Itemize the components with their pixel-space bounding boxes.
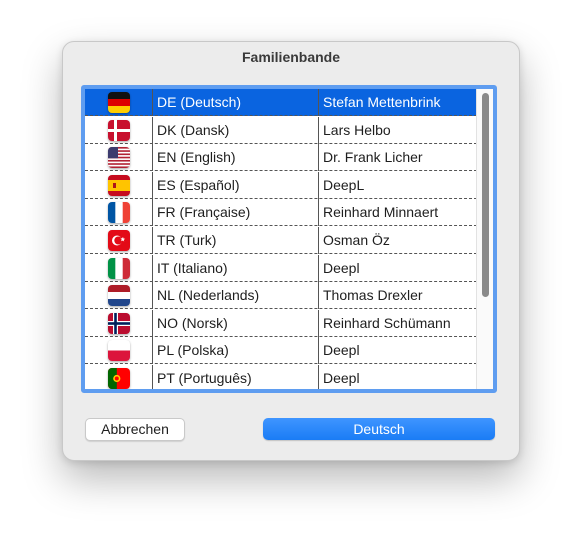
flag-de-icon: [108, 92, 130, 113]
translator-cell: Reinhard Minnaert: [319, 199, 479, 227]
table-row[interactable]: TR (Turk) Osman Öz: [85, 227, 479, 254]
language-table-body: DE (Deutsch) Stefan Mettenbrink DK (Dansk)…: [85, 89, 493, 389]
scrollbar-thumb[interactable]: [482, 93, 489, 297]
flag-cell: [85, 199, 153, 227]
translator-cell: Thomas Drexler: [319, 282, 479, 310]
translator-cell: Lars Helbo: [319, 116, 479, 144]
confirm-button[interactable]: Deutsch: [263, 418, 495, 440]
flag-cell: [85, 337, 153, 365]
flag-fr-icon: [108, 202, 130, 224]
flag-cell: [85, 171, 153, 199]
flag-cell: [85, 144, 153, 172]
flag-cell: [85, 365, 153, 389]
table-row[interactable]: EN (English) Dr. Frank Licher: [85, 144, 479, 172]
language-dialog: Familienbande DE (Deutsch) Stefan Mettenb…: [62, 41, 520, 461]
dialog-title: Familienbande: [241, 49, 341, 65]
flag-cell: [85, 254, 153, 282]
flag-pt-icon: [108, 368, 130, 389]
table-row[interactable]: DK (Dansk) Lars Helbo: [85, 116, 479, 144]
flag-cell: [85, 116, 153, 144]
language-cell: NL (Nederlands): [153, 282, 319, 310]
language-cell: EN (English): [153, 144, 319, 172]
flag-en-icon: [108, 147, 130, 169]
language-cell: PL (Polska): [153, 337, 319, 365]
table-row[interactable]: PT (Português) Deepl: [85, 365, 479, 389]
translator-cell: DeepL: [319, 171, 479, 199]
flag-it-icon: [108, 257, 130, 279]
table-row[interactable]: NL (Nederlands) Thomas Drexler: [85, 282, 479, 310]
translator-cell: Dr. Frank Licher: [319, 144, 479, 172]
flag-cell: [85, 282, 153, 310]
table-row[interactable]: DE (Deutsch) Stefan Mettenbrink: [85, 89, 479, 116]
flag-pl-icon: [108, 340, 130, 362]
table-row[interactable]: IT (Italiano) Deepl: [85, 254, 479, 282]
language-cell: ES (Español): [153, 171, 319, 199]
language-cell: DE (Deutsch): [153, 89, 319, 116]
table-row[interactable]: FR (Française) Reinhard Minnaert: [85, 199, 479, 227]
translator-cell: Reinhard Schümann: [319, 309, 479, 337]
translator-cell: Deepl: [319, 254, 479, 282]
translator-cell: Stefan Mettenbrink: [319, 89, 479, 116]
language-table[interactable]: DE (Deutsch) Stefan Mettenbrink DK (Dansk)…: [81, 85, 497, 393]
translator-cell: Osman Öz: [319, 227, 479, 254]
language-cell: IT (Italiano): [153, 254, 319, 282]
flag-nl-icon: [108, 285, 130, 307]
flag-es-icon: [108, 174, 130, 196]
flag-cell: [85, 227, 153, 254]
vertical-scrollbar[interactable]: [476, 89, 493, 389]
language-cell: FR (Française): [153, 199, 319, 227]
table-row[interactable]: ES (Español) DeepL: [85, 171, 479, 199]
table-row[interactable]: PL (Polska) Deepl: [85, 337, 479, 365]
language-cell: PT (Português): [153, 365, 319, 389]
language-cell: NO (Norsk): [153, 309, 319, 337]
flag-cell: [85, 89, 153, 116]
cancel-button[interactable]: Abbrechen: [85, 418, 185, 441]
flag-cell: [85, 309, 153, 337]
translator-cell: Deepl: [319, 337, 479, 365]
translator-cell: Deepl: [319, 365, 479, 389]
flag-no-icon: [108, 312, 130, 334]
language-cell: DK (Dansk): [153, 116, 319, 144]
language-cell: TR (Turk): [153, 227, 319, 254]
table-row[interactable]: NO (Norsk) Reinhard Schümann: [85, 309, 479, 337]
flag-dk-icon: [108, 119, 130, 141]
flag-tr-icon: [108, 230, 130, 251]
